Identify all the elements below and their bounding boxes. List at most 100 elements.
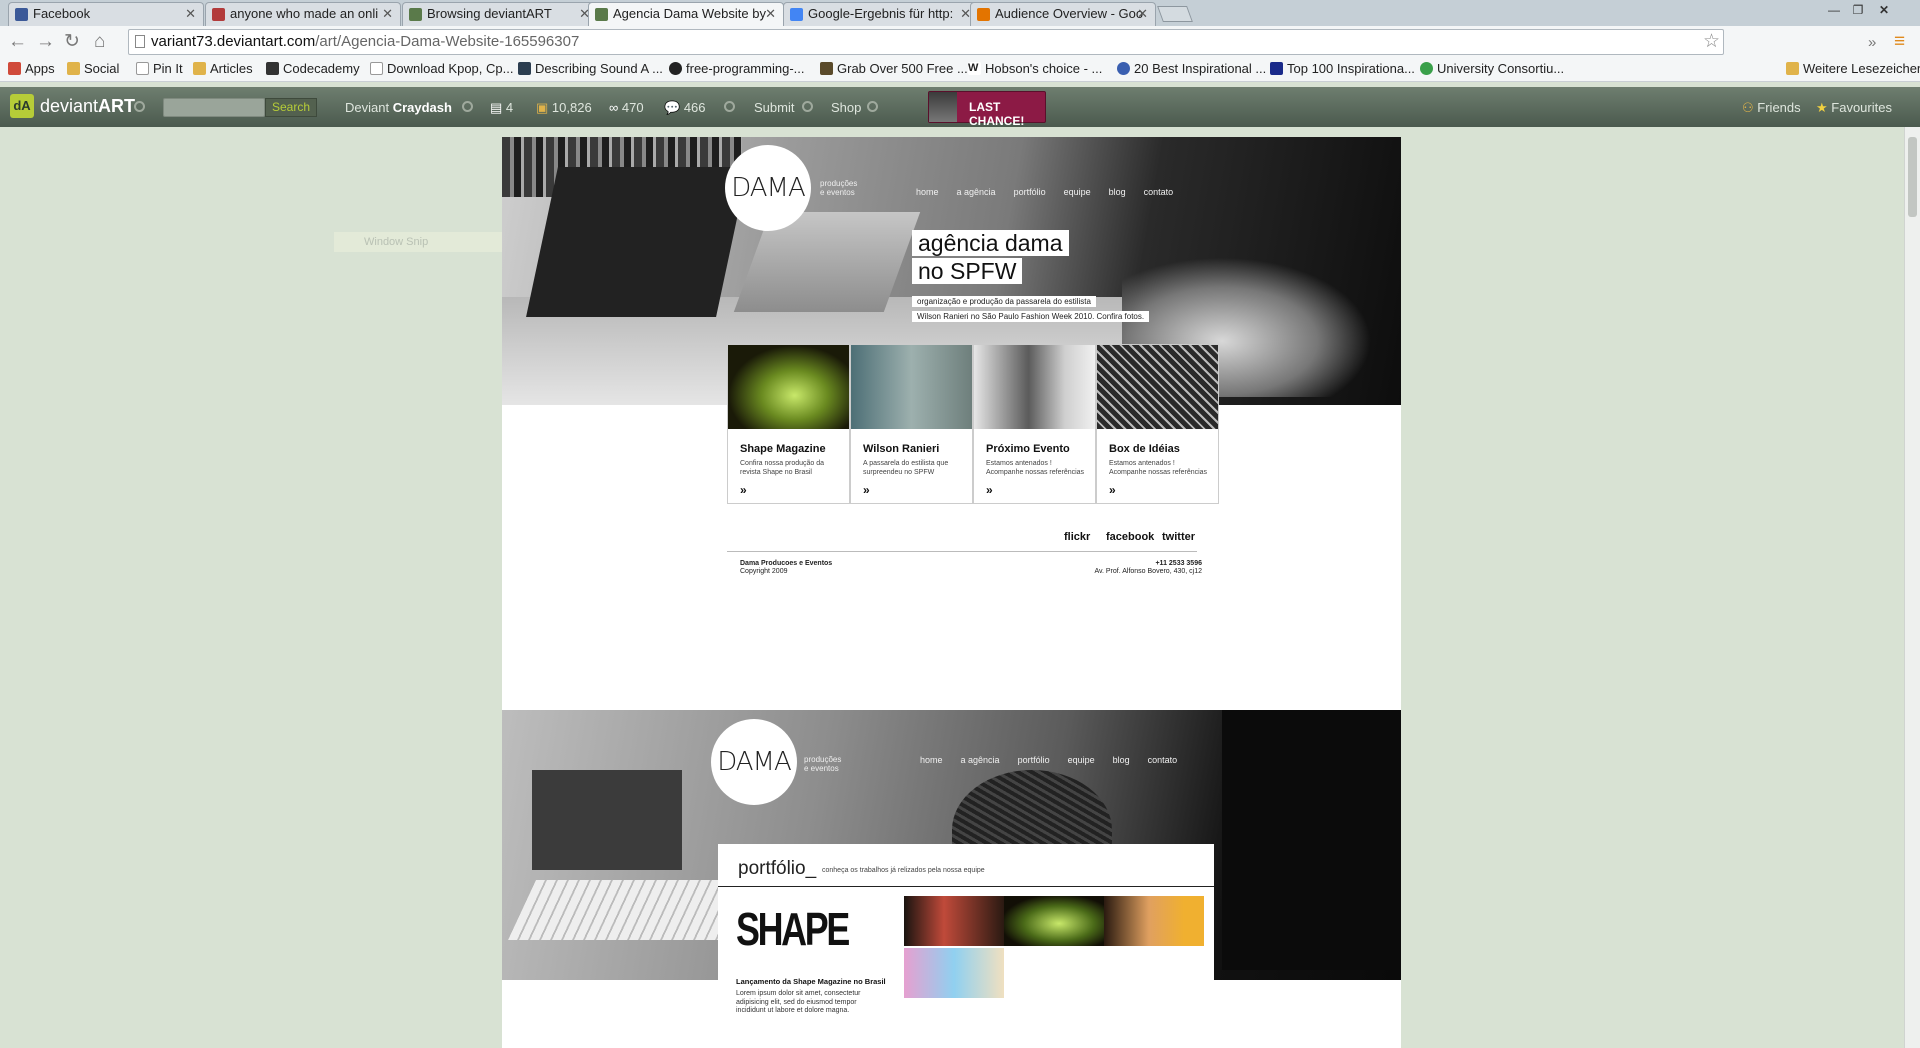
home-icon[interactable]: ⌂ (94, 31, 105, 53)
bookmark-free-programming[interactable]: free-programming-... (669, 61, 804, 77)
chevron-down-icon[interactable] (867, 101, 878, 112)
portfolio-subtitle: conheça os trabalhos já relizados pela n… (822, 867, 985, 874)
artwork-canvas: DAMA produções e eventos home a agência po… (502, 137, 1401, 1048)
tab-label: anyone who made an onli (230, 6, 379, 21)
folder-icon (193, 62, 206, 75)
bookmark-articles[interactable]: Articles (193, 61, 253, 77)
apps-icon (8, 62, 21, 75)
bookmark-social[interactable]: Social (67, 61, 119, 77)
social-flickr: flickr (1064, 531, 1091, 543)
friends-link[interactable]: ⚇ Friends (1742, 100, 1801, 116)
bookmark-weitere-lesezeichen[interactable]: Weitere Lesezeichen (1786, 61, 1920, 77)
tab-anyone[interactable]: anyone who made an onli ✕ (205, 2, 401, 26)
bookmark-20-best[interactable]: 20 Best Inspirational ... (1117, 61, 1266, 77)
footer-divider (727, 551, 1197, 552)
bookmark-label: Top 100 Inspirationa... (1287, 61, 1415, 76)
browser-tab-strip: Facebook ✕ anyone who made an onli ✕ Bro… (0, 0, 1920, 26)
mockup-nav-blog: blog (1108, 187, 1126, 197)
bookmark-label: Apps (25, 61, 55, 76)
bookmark-top-100[interactable]: Top 100 Inspirationa... (1270, 61, 1415, 77)
bookmark-hobsons-choice[interactable]: W Hobson's choice - ... (968, 61, 1102, 77)
watch-indicator[interactable]: ∞ 470 (609, 100, 644, 115)
portfolio-item-body: Lorem ipsum dolor sit amet, consectetur … (736, 990, 861, 1014)
bookmark-label: Describing Sound A ... (535, 61, 663, 76)
shop-link[interactable]: Shop (831, 100, 861, 115)
logo-subtitle-2: produções e eventos (804, 755, 841, 773)
back-icon[interactable]: ← (8, 31, 27, 53)
user-menu[interactable]: Deviant Craydash (345, 100, 452, 115)
tab-label: Agencia Dama Website by (613, 6, 766, 21)
tab-facebook[interactable]: Facebook ✕ (8, 2, 204, 26)
extensions-overflow-icon[interactable]: » (1868, 32, 1876, 54)
points-indicator[interactable]: ▣ 10,826 (536, 100, 592, 116)
forward-icon[interactable]: → (36, 31, 55, 53)
hero-headline: agência dama no SPFW (912, 230, 1069, 286)
page-scrollbar[interactable] (1904, 127, 1920, 1048)
search-input[interactable] (163, 98, 265, 117)
logo-text-bold: ART (98, 96, 136, 116)
bookmark-pin-it[interactable]: Pin It (136, 61, 183, 77)
chevron-down-icon[interactable] (462, 101, 473, 112)
new-tab-button[interactable] (1157, 6, 1193, 22)
bookmark-describing-sound[interactable]: Describing Sound A ... (518, 61, 663, 77)
notes-indicator[interactable]: ▤ 4 (490, 100, 513, 116)
search-button[interactable]: Search (265, 98, 317, 117)
tab-google[interactable]: Google-Ergebnis für http: ✕ (783, 2, 979, 26)
mockup-nav-portfolio: portfólio (1013, 187, 1046, 197)
notes-icon: ▤ (490, 100, 503, 115)
card-description: Estamos antenados ! Acompanhe nossas ref… (986, 460, 1085, 476)
address-bar[interactable]: variant73.deviantart.com/art/Agencia-Dam… (128, 29, 1724, 55)
scrollbar-thumb[interactable] (1908, 137, 1917, 217)
bookmark-university-consortium[interactable]: University Consortiu... (1420, 61, 1564, 77)
dama-logo-2: DAMA (711, 719, 797, 805)
close-icon[interactable]: ✕ (185, 3, 196, 25)
bookmark-star-icon[interactable]: ☆ (1703, 30, 1720, 54)
chevron-down-icon[interactable] (724, 101, 735, 112)
restore-icon[interactable]: ❐ (1846, 0, 1870, 20)
browser-toolbar: ← → ↻ ⌂ variant73.deviantart.com/art/Age… (0, 26, 1920, 58)
hero-subline: organização e produção da passarela do e… (912, 292, 1150, 322)
deviant-prefix: Deviant (345, 100, 390, 115)
close-icon[interactable]: ✕ (382, 3, 393, 25)
close-icon[interactable]: ✕ (765, 3, 776, 25)
mockup-nav-equipe: equipe (1063, 187, 1091, 197)
submit-link[interactable]: Submit (754, 100, 794, 115)
mockup-nav-home: home (920, 755, 943, 765)
bookmarks-bar: Apps Social Pin It Articles Codecademy D… (0, 58, 1920, 82)
minimize-icon[interactable]: — (1822, 0, 1846, 20)
card-title: Box de Idéias (1109, 443, 1180, 455)
card-title: Shape Magazine (740, 443, 826, 455)
reload-icon[interactable]: ↻ (64, 31, 80, 53)
menu-icon[interactable]: ≡ (1894, 31, 1905, 53)
deviantart-logo[interactable]: dA deviantART (10, 93, 135, 119)
bookmark-label: Social (84, 61, 120, 76)
close-icon[interactable]: ✕ (1137, 3, 1148, 25)
folder-icon (67, 62, 80, 75)
favourites-link[interactable]: ★ Favourites (1816, 100, 1892, 116)
chevron-down-icon[interactable] (134, 101, 145, 112)
logo-subtitle: produções e eventos (820, 179, 857, 197)
bookmark-download-kpop[interactable]: Download Kpop, Cp... (370, 61, 513, 77)
chevron-down-icon[interactable] (802, 101, 813, 112)
friends-label: Friends (1757, 100, 1801, 115)
comments-indicator[interactable]: 💬 466 (664, 100, 706, 116)
last-chance-promo[interactable]: LAST CHANCE! (928, 91, 1046, 128)
card-box-de-ideias: Box de Idéias Estamos antenados ! Acompa… (1096, 344, 1219, 504)
logo-subtitle-line: produções (804, 755, 842, 764)
social-twitter: twitter (1162, 531, 1195, 543)
portfolio-title: portfólio_ (738, 858, 817, 879)
tab-label: Audience Overview - Goo (995, 6, 1144, 21)
close-window-icon[interactable]: ✕ (1872, 0, 1896, 20)
binoculars-icon: ∞ (609, 100, 619, 115)
bookmark-grab-over-500[interactable]: Grab Over 500 Free ... (820, 61, 968, 77)
notes-count: 4 (505, 100, 514, 115)
bookmark-apps[interactable]: Apps (8, 61, 55, 77)
favourites-label: Favourites (1831, 100, 1892, 115)
friends-icon: ⚇ (1742, 100, 1754, 115)
tab-browsing-deviantart[interactable]: Browsing deviantART ✕ (402, 2, 598, 26)
mockup-nav-home: home (916, 187, 939, 197)
bookmark-codecademy[interactable]: Codecademy (266, 61, 360, 77)
tab-agencia-dama[interactable]: Agencia Dama Website by ✕ (588, 2, 784, 26)
headline-line: no SPFW (912, 258, 1023, 284)
tab-audience-overview[interactable]: Audience Overview - Goo ✕ (970, 2, 1156, 26)
